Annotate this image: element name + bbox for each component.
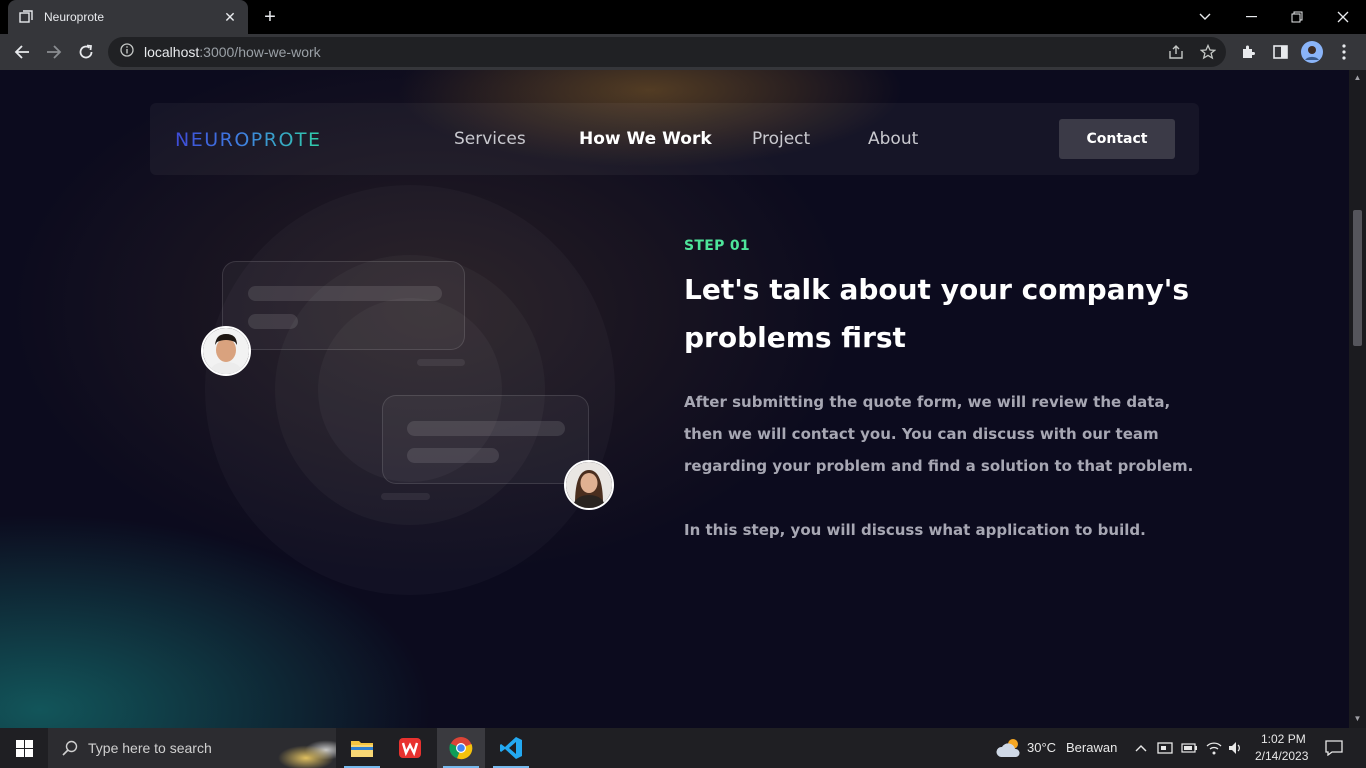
meet-now-icon[interactable] [1156, 740, 1174, 756]
scroll-down-arrow-icon[interactable]: ▼ [1352, 714, 1363, 723]
search-highlight-image [256, 728, 336, 768]
address-bar[interactable]: localhost:3000/how-we-work [108, 37, 1226, 67]
show-hidden-icons-chevron-icon[interactable] [1132, 740, 1150, 756]
start-button[interactable] [0, 728, 48, 768]
tab-page-icon [18, 9, 34, 25]
share-icon[interactable] [1166, 42, 1186, 62]
search-icon [62, 740, 78, 756]
search-placeholder: Type here to search [88, 740, 212, 756]
tab-close-icon[interactable]: ✕ [222, 9, 238, 26]
site-info-icon[interactable] [120, 42, 134, 62]
wps-office-icon[interactable] [386, 728, 434, 768]
url-path: :3000/how-we-work [199, 44, 321, 60]
notifications-icon[interactable] [1324, 740, 1344, 756]
reload-icon[interactable] [72, 38, 100, 66]
forward-icon[interactable] [40, 38, 68, 66]
clock-date[interactable]: 2/14/2023 [1255, 749, 1308, 763]
message-line [407, 421, 565, 436]
chat-bubble-right [382, 395, 589, 484]
scrollbar-thumb[interactable] [1353, 210, 1362, 346]
battery-icon[interactable] [1180, 740, 1198, 756]
new-tab-button[interactable]: + [258, 6, 282, 28]
nav-link-how-we-work[interactable]: How We Work [579, 129, 712, 149]
browser-menu-icon[interactable] [1330, 38, 1358, 66]
back-icon[interactable] [8, 38, 36, 66]
tab-title: Neuroprote [44, 10, 105, 24]
page-scrollbar[interactable]: ▲ ▼ [1349, 70, 1366, 728]
step-description: After submitting the quote form, we will… [684, 393, 1194, 475]
site-logo[interactable]: NEUROPROTE [175, 129, 322, 151]
step-heading: Let's talk about your company's problems… [684, 273, 1190, 354]
chrome-icon[interactable] [437, 728, 485, 768]
side-panel-icon[interactable] [1266, 38, 1294, 66]
message-line [248, 314, 298, 329]
tab-search-chevron-icon[interactable] [1182, 0, 1228, 34]
page-viewport: NEUROPROTE Services How We Work Project … [0, 70, 1349, 728]
nav-link-services[interactable]: Services [454, 129, 526, 149]
avatar-woman [564, 460, 614, 510]
browser-toolbar: localhost:3000/how-we-work [0, 34, 1366, 70]
minimize-button[interactable] [1228, 0, 1274, 34]
url-text: localhost:3000/how-we-work [144, 44, 321, 60]
clock-time[interactable]: 1:02 PM [1261, 732, 1306, 746]
nav-link-about[interactable]: About [868, 129, 918, 149]
timestamp-placeholder [417, 359, 465, 366]
timestamp-placeholder [381, 493, 430, 500]
step-note: In this step, you will discuss what appl… [684, 521, 1146, 539]
url-host: localhost [144, 44, 200, 60]
scroll-up-arrow-icon[interactable]: ▲ [1352, 73, 1363, 82]
site-navbar: NEUROPROTE Services How We Work Project … [150, 103, 1199, 175]
browser-tab[interactable]: Neuroprote ✕ [8, 0, 248, 34]
windows-taskbar: Type here to search 30°C Berawan 1:02 PM… [0, 728, 1366, 768]
browser-tab-bar: Neuroprote ✕ + [0, 0, 1366, 34]
volume-icon[interactable] [1227, 740, 1245, 756]
weather-cloud-icon[interactable] [996, 736, 1022, 760]
wifi-icon[interactable] [1205, 740, 1223, 756]
message-line [248, 286, 442, 301]
restore-button[interactable] [1274, 0, 1320, 34]
avatar-man [201, 326, 251, 376]
chat-bubble-left [222, 261, 465, 350]
vscode-icon[interactable] [487, 728, 535, 768]
profile-avatar[interactable] [1298, 38, 1326, 66]
file-explorer-icon[interactable] [338, 728, 386, 768]
nav-link-project[interactable]: Project [752, 129, 810, 149]
message-line [407, 448, 499, 463]
close-window-button[interactable] [1320, 0, 1366, 34]
chat-illustration [200, 180, 620, 600]
contact-button[interactable]: Contact [1059, 119, 1175, 159]
weather-temperature[interactable]: 30°C [1027, 740, 1056, 755]
weather-condition[interactable]: Berawan [1066, 740, 1117, 755]
step-label: STEP 01 [684, 238, 750, 254]
taskbar-search[interactable]: Type here to search [48, 728, 336, 768]
bookmark-star-icon[interactable] [1198, 42, 1218, 62]
extensions-icon[interactable] [1234, 38, 1262, 66]
